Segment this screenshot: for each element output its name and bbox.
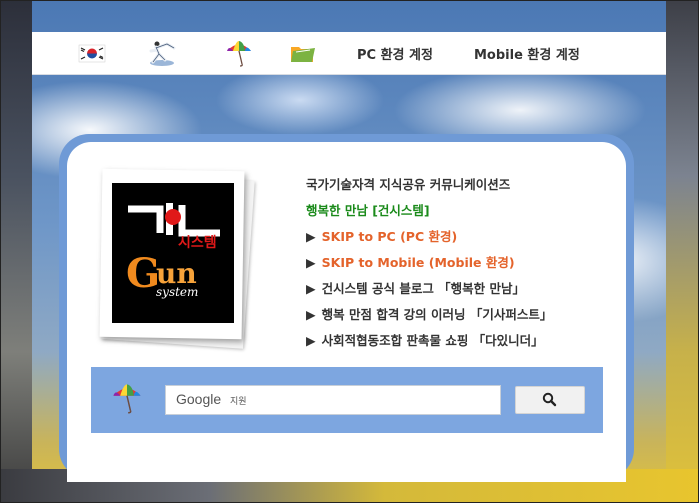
arrow-icon: ▶ bbox=[306, 281, 316, 296]
folder-icon[interactable] bbox=[288, 38, 318, 68]
umbrella-icon[interactable] bbox=[224, 38, 254, 68]
elearning-label: 행복 만점 합격 강의 이러닝 「기사퍼스트」 bbox=[321, 307, 553, 322]
official-blog-link[interactable]: ▶ 건시스템 공식 블로그 「행복한 만남」 bbox=[306, 278, 525, 297]
logo-brand-ko: 시스템 bbox=[178, 234, 217, 251]
pc-account-link[interactable]: PC 환경 계정 bbox=[357, 44, 433, 63]
background-right-edge bbox=[666, 0, 699, 503]
site-title: 국가기술자격 지식공유 커뮤니케이션즈 bbox=[306, 177, 511, 192]
skip-to-pc-link[interactable]: ▶ SKIP to PC (PC 환경) bbox=[306, 226, 457, 245]
elearning-link[interactable]: ▶ 행복 만점 합격 강의 이러닝 「기사퍼스트」 bbox=[306, 304, 552, 323]
skip-to-mobile-link[interactable]: ▶ SKIP to Mobile (Mobile 환경) bbox=[306, 252, 515, 271]
mobile-account-link[interactable]: Mobile 환경 계정 bbox=[474, 44, 580, 63]
google-brand-sub: 지원 bbox=[230, 397, 247, 407]
korea-flag-icon[interactable] bbox=[77, 38, 107, 68]
arrow-icon: ▶ bbox=[306, 229, 316, 244]
arrow-icon: ▶ bbox=[306, 307, 316, 322]
taekwondo-icon[interactable] bbox=[147, 38, 177, 68]
logo-brand-sub: system bbox=[156, 285, 198, 299]
shopping-label: 사회적협동조합 판촉물 쇼핑 「다있니더」 bbox=[321, 333, 544, 348]
search-icon bbox=[542, 392, 557, 407]
site-tagline: 행복한 만남 [건시스템] bbox=[306, 203, 430, 218]
umbrella-icon bbox=[110, 381, 144, 415]
shopping-link[interactable]: ▶ 사회적협동조합 판촉물 쇼핑 「다있니더」 bbox=[306, 330, 544, 349]
skip-to-mobile-label: SKIP to Mobile (Mobile 환경) bbox=[321, 255, 515, 270]
official-blog-label: 건시스템 공식 블로그 「행복한 만남」 bbox=[321, 281, 526, 296]
skip-to-pc-label: SKIP to PC (PC 환경) bbox=[321, 229, 458, 244]
gun-system-logo: 시스템 G un system bbox=[112, 183, 234, 323]
google-search-input[interactable]: Google 지원 bbox=[165, 385, 501, 415]
arrow-icon: ▶ bbox=[306, 255, 316, 270]
arrow-icon: ▶ bbox=[306, 333, 316, 348]
top-nav-bar: PC 환경 계정 Mobile 환경 계정 bbox=[32, 32, 666, 75]
background-left-edge bbox=[0, 0, 32, 503]
search-button[interactable] bbox=[515, 386, 585, 414]
google-brand: Google bbox=[176, 391, 222, 407]
